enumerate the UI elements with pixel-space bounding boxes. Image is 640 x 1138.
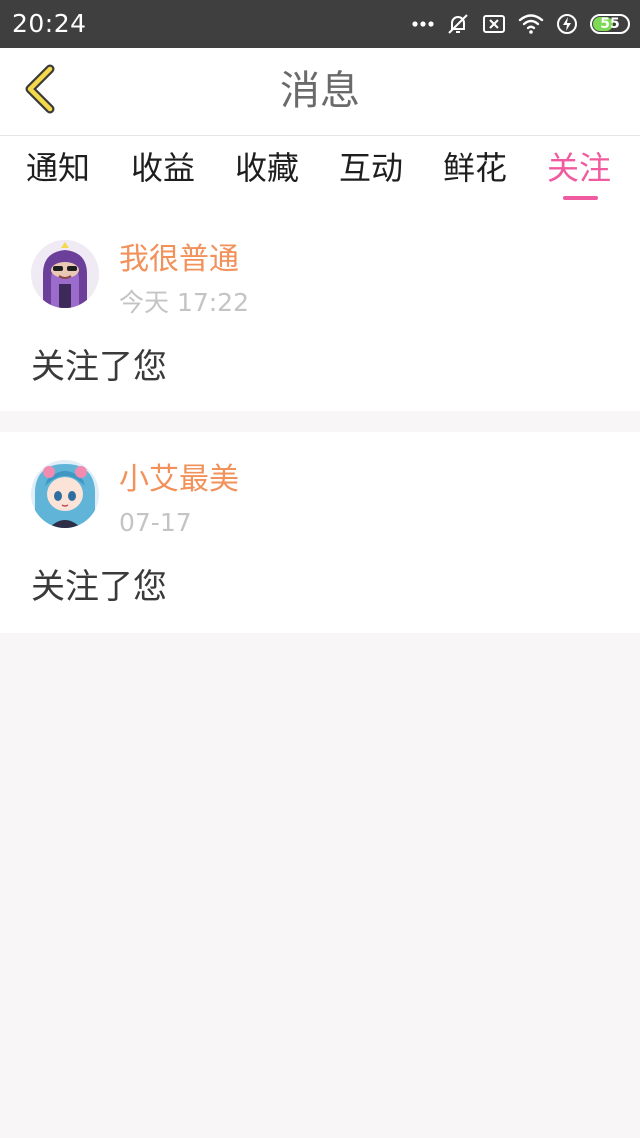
status-bar: 20:24 55 (0, 0, 640, 48)
timestamp: 07-17 (119, 508, 192, 537)
status-time: 20:24 (12, 9, 87, 38)
tab-flowers[interactable]: 鲜花 (443, 148, 507, 188)
tab-favorites[interactable]: 收藏 (235, 148, 299, 188)
timestamp: 今天 17:22 (119, 288, 249, 317)
tab-bar: 通知 收益 收藏 互动 鲜花 关注 (0, 136, 640, 212)
notification-message: 关注了您 (31, 347, 167, 387)
status-icons: 55 (412, 10, 630, 38)
notification-card[interactable]: 我很普通 今天 17:22 关注了您 (0, 212, 640, 411)
charging-icon (556, 13, 578, 35)
avatar[interactable] (31, 460, 99, 528)
avatar[interactable] (31, 240, 99, 308)
battery-level: 55 (600, 16, 620, 32)
username[interactable]: 小艾最美 (119, 462, 239, 498)
more-dots-icon (412, 21, 434, 27)
tab-interactions[interactable]: 互动 (339, 148, 403, 188)
tab-notifications[interactable]: 通知 (26, 148, 90, 188)
notification-card[interactable]: 小艾最美 07-17 关注了您 (0, 432, 640, 633)
sim-x-icon (482, 14, 506, 34)
notification-message: 关注了您 (31, 567, 167, 607)
page-title: 消息 (280, 68, 360, 114)
username[interactable]: 我很普通 (119, 242, 239, 278)
alarm-off-icon (446, 12, 470, 36)
tab-following[interactable]: 关注 (547, 148, 611, 188)
battery-icon: 55 (590, 14, 630, 34)
header: 消息 (0, 48, 640, 136)
tab-indicator (563, 196, 598, 200)
wifi-icon (518, 13, 544, 35)
tab-earnings[interactable]: 收益 (131, 148, 195, 188)
